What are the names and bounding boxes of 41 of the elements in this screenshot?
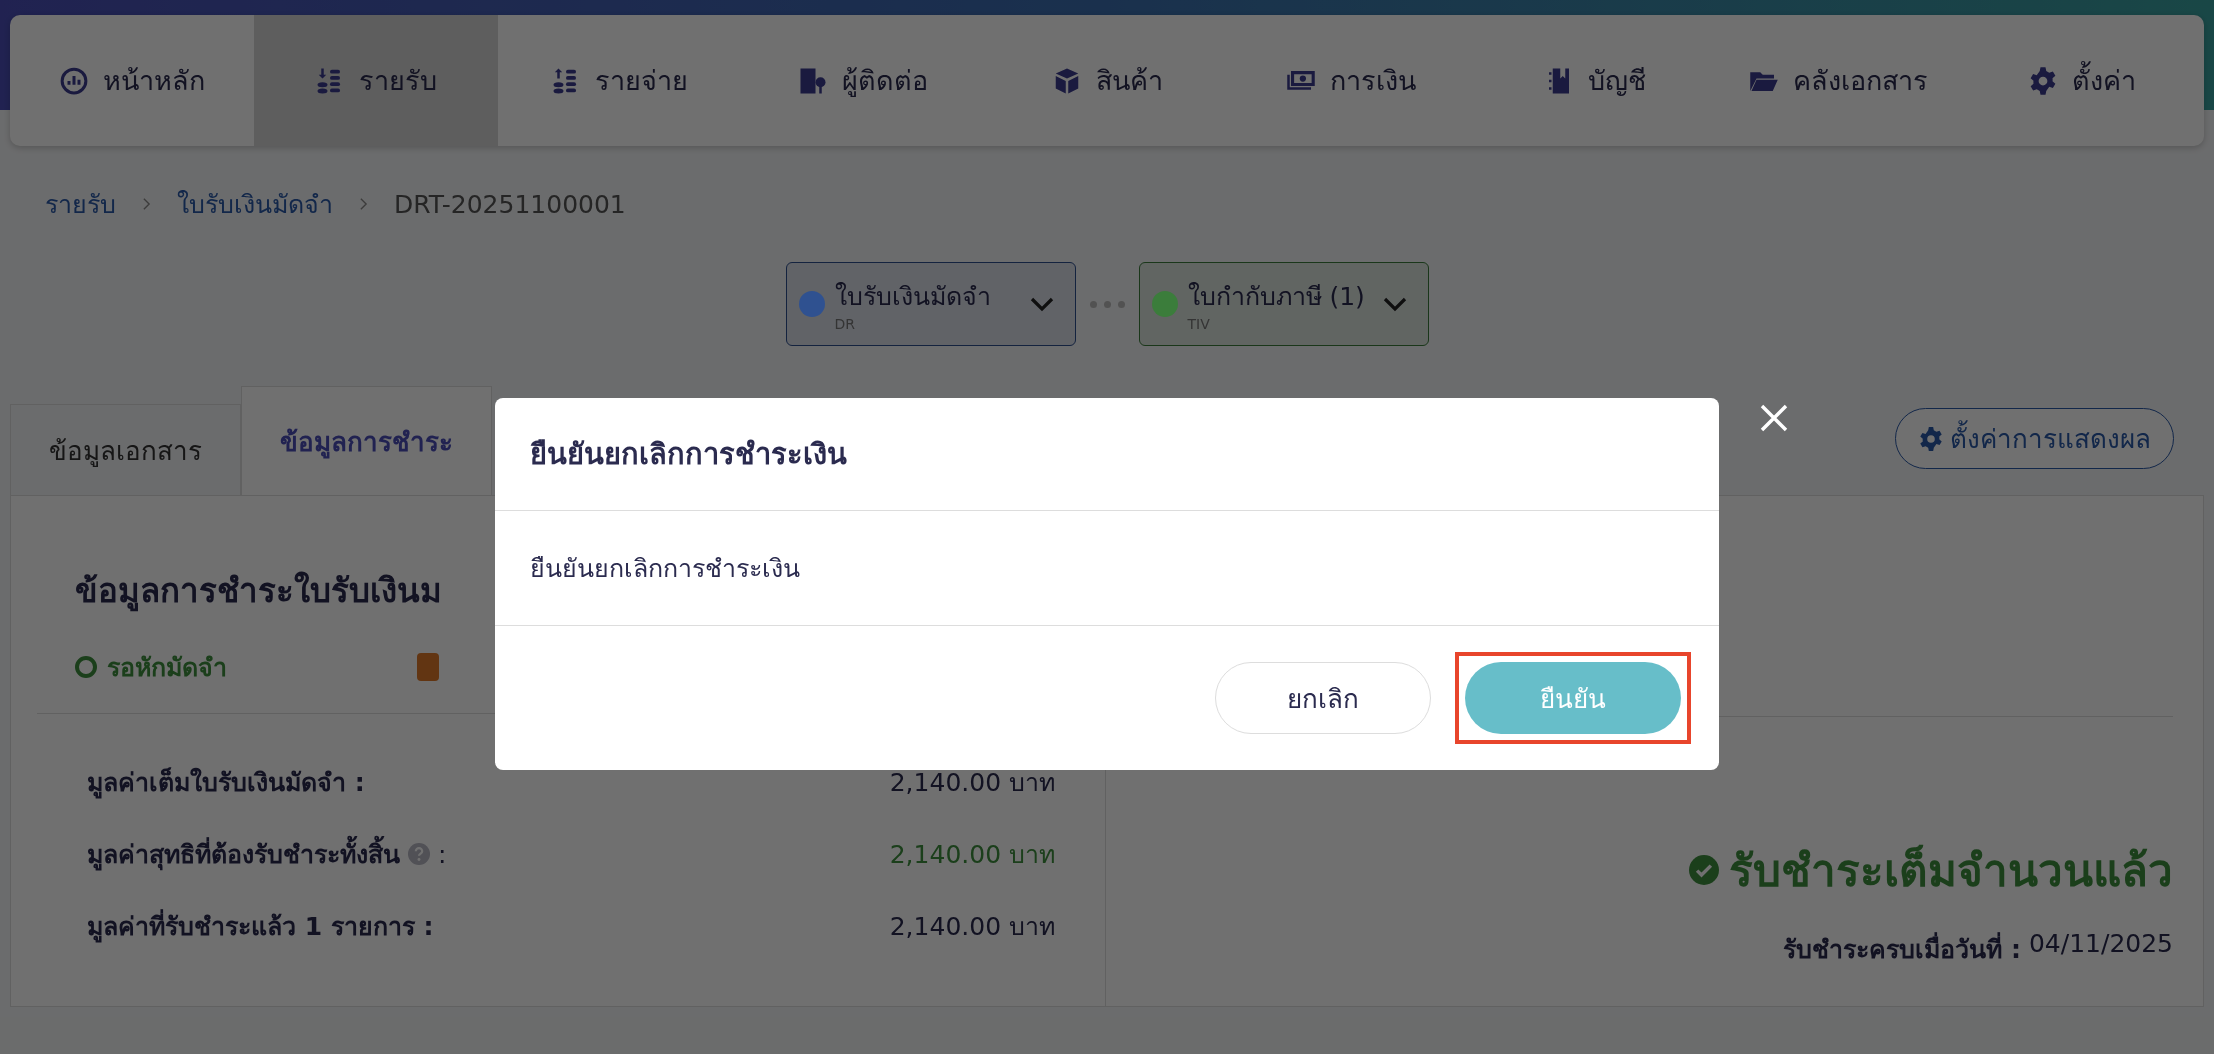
nav-item[interactable]: การเงิน [1228,15,1473,146]
date-value: 04/11/2025 [2028,929,2173,960]
nav-item[interactable]: บัญชี [1472,15,1717,146]
summary-label: มูลค่าเต็มใบรับเงินมัดจำ : [87,766,365,801]
label-colon: : [438,839,447,869]
check-circle-icon [1689,855,1719,885]
tab[interactable]: ข้อมูลการชำระ [241,386,492,495]
nav-item[interactable]: คลังเอกสาร [1716,15,1961,146]
tab[interactable]: ข้อมูลเอกสาร [10,404,241,495]
status-ring-icon [75,656,97,678]
summary-value: 2,140.00 บาท [889,839,1055,871]
nav-item[interactable]: หน้าหลัก [10,15,254,146]
summary-label: มูลค่าที่รับชำระแล้ว 1 รายการ : [87,906,434,946]
display-settings-button[interactable]: ตั้งค่าการแสดงผล [1895,408,2174,469]
breadcrumb-separator-icon [142,197,151,211]
nav-item[interactable]: รายจ่าย [497,15,742,146]
chip-title: ใบกำกับภาษี (1) [1187,281,1366,313]
nav-item[interactable]: ตั้งค่า [1960,15,2204,146]
confirm-button[interactable]: ยืนยัน [1465,662,1681,734]
chip-title: ใบรับเงินมัดจำ [834,281,992,313]
gauge-icon [58,65,89,96]
dialog-title: ยืนยันยกเลิกการชำระเงิน [530,436,847,473]
breadcrumb-current[interactable]: DRT-20251100001 [394,189,626,219]
nav-item[interactable]: ผู้ติดต่อ [741,15,986,146]
payment-result: รับชำระเต็มจำนวนแล้ว [1729,843,2173,898]
status-label: รอหักมัดจำ [107,652,227,684]
nav-item[interactable]: รายรับ [253,15,498,146]
date-label: รับชำระครบเมื่อวันที่ : [1783,929,2021,969]
nav-item[interactable]: สินค้า [985,15,1229,146]
summary-label: มูลค่าสุทธิที่ต้องรับชำระทั้งสิ้น [87,834,400,874]
summary-value: 2,140.00 บาท [889,767,1055,799]
cancel-button[interactable]: ยกเลิก [1215,662,1431,734]
breadcrumb-link[interactable]: ใบรับเงินมัดจำ [177,184,333,224]
section-heading: ข้อมูลการชำระใบรับเงินม [75,570,442,614]
breadcrumb-separator-icon [359,197,368,211]
summary-value: 2,140.00 บาท [889,911,1055,943]
gear-icon [1918,425,1944,452]
breadcrumb-link[interactable]: รายรับ [45,184,116,224]
close-icon[interactable] [1758,402,1790,434]
tag-icon [417,653,439,681]
dialog-message: ยืนยันยกเลิกการชำระเงิน [530,553,800,585]
